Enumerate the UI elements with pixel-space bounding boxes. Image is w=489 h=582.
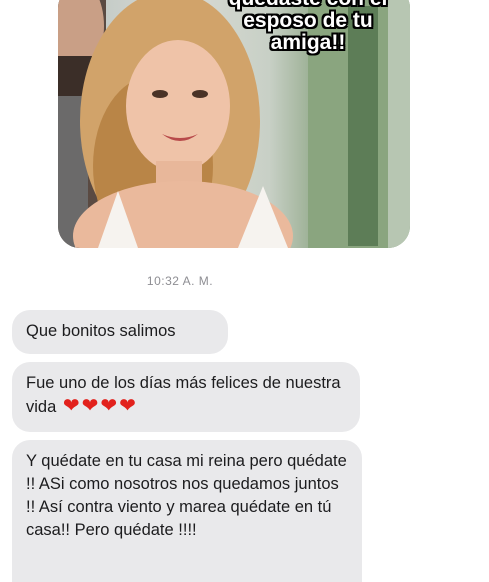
heart-emoji-group: ❤ ❤ ❤ ❤ (61, 395, 136, 417)
incoming-message-bubble[interactable]: Fue uno de los días más felices de nuest… (12, 362, 360, 432)
message-timestamp: 10:32 A. M. (146, 274, 214, 288)
meme-caption: quedaste con el esposo de tu amiga!! (218, 0, 398, 54)
red-heart-icon: ❤ (100, 395, 118, 417)
red-heart-icon: ❤ (119, 395, 136, 417)
meme-photo-attachment[interactable]: quedaste con el esposo de tu amiga!! (58, 0, 410, 248)
caption-line: esposo de tu (243, 9, 373, 32)
message-text: Y quédate en tu casa mi reina pero quéda… (26, 452, 347, 539)
red-heart-icon: ❤ (81, 395, 99, 417)
incoming-message-bubble[interactable]: Y quédate en tu casa mi reina pero quéda… (12, 440, 362, 582)
caption-line: amiga!! (270, 31, 346, 54)
incoming-message-bubble[interactable]: Que bonitos salimos (12, 310, 228, 354)
message-text: Que bonitos salimos (26, 322, 176, 340)
red-heart-icon: ❤ (62, 395, 80, 417)
